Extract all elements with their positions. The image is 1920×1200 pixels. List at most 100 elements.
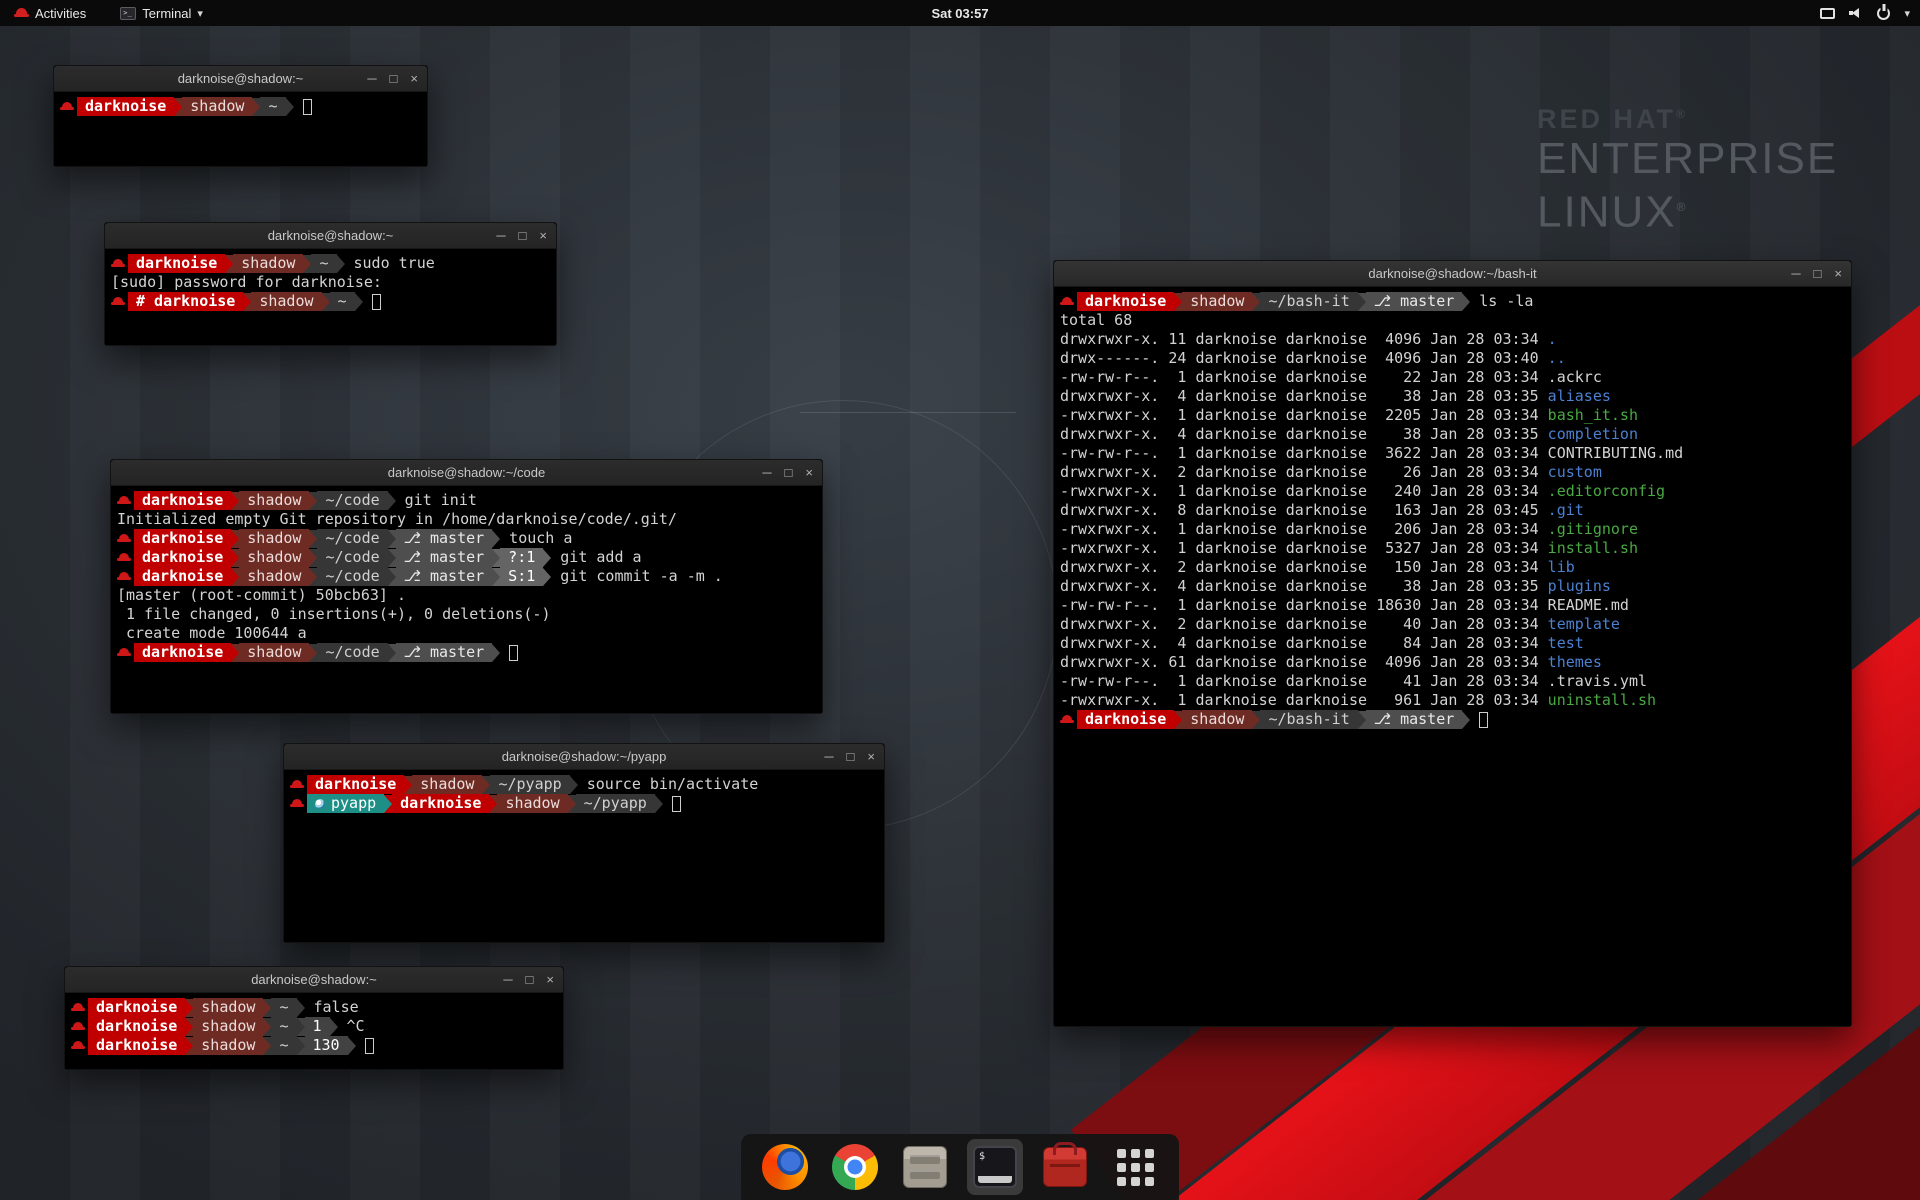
file-name: aliases: [1548, 387, 1611, 405]
window-titlebar[interactable]: darknoise@shadow:~/pyapp─□×: [284, 744, 884, 770]
prompt-segment-maroon: shadow: [193, 1017, 263, 1036]
redhat-prompt-icon: [71, 1020, 85, 1034]
close-button[interactable]: ×: [867, 750, 875, 763]
redhat-prompt-icon: [111, 257, 125, 271]
powerline-arrow-icon: [309, 530, 317, 548]
prompt-segment-maroon: shadow: [239, 567, 309, 586]
terminal-line: drwxrwxr-x. 4 darknoise darknoise 38 Jan…: [1060, 425, 1845, 444]
prompt-segment-path: ~/code: [317, 548, 387, 567]
minimize-button[interactable]: ─: [1791, 267, 1800, 280]
window-title: darknoise@shadow:~: [251, 972, 377, 987]
maximize-button[interactable]: □: [519, 229, 527, 242]
minimize-button[interactable]: ─: [367, 72, 376, 85]
terminal-line: drwxrwxr-x. 8 darknoise darknoise 163 Ja…: [1060, 501, 1845, 520]
redhat-prompt-icon: [71, 1039, 85, 1053]
file-name: bash_it.sh: [1548, 406, 1638, 424]
terminal-icon[interactable]: $: [967, 1139, 1023, 1195]
terminal-window[interactable]: darknoise@shadow:~/bash-it─□×darknoisesh…: [1053, 260, 1852, 1027]
firefox-logo: [762, 1144, 808, 1190]
window-titlebar[interactable]: darknoise@shadow:~/code─□×: [111, 460, 822, 486]
terminal-line: -rw-rw-r--. 1 darknoise darknoise 22 Jan…: [1060, 368, 1845, 387]
clock[interactable]: Sat 03:57: [931, 6, 988, 21]
minimize-button[interactable]: ─: [503, 973, 512, 986]
window-titlebar[interactable]: darknoise@shadow:~─□×: [105, 223, 556, 249]
terminal-cursor: [365, 1038, 374, 1054]
file-name: .git: [1548, 501, 1584, 519]
window-titlebar[interactable]: darknoise@shadow:~─□×: [54, 66, 427, 92]
powerline-arrow-icon: [309, 492, 317, 510]
app-menu-button[interactable]: >_ Terminal ▾: [116, 0, 207, 26]
terminal-window[interactable]: darknoise@shadow:~─□×darknoiseshadow~sud…: [104, 222, 557, 346]
firefox-icon[interactable]: [757, 1139, 813, 1195]
prompt-segment-maroon: shadow: [239, 529, 309, 548]
files-icon[interactable]: [897, 1139, 953, 1195]
chevron-down-icon: ▾: [197, 7, 203, 20]
window-buttons: ─ □ ×: [1791, 261, 1842, 286]
prompt-segment-red: darknoise: [77, 97, 174, 116]
activities-button[interactable]: Activities: [10, 0, 90, 26]
close-button[interactable]: ×: [805, 466, 813, 479]
system-status-area[interactable]: ▾: [1820, 0, 1910, 26]
close-button[interactable]: ×: [1834, 267, 1842, 280]
prompt-segment-path: ~/pyapp: [490, 775, 569, 794]
maximize-button[interactable]: □: [847, 750, 855, 763]
app-menu-label: Terminal: [142, 6, 191, 21]
terminal-content[interactable]: darknoiseshadow~falsedarknoiseshadow~1^C…: [65, 993, 563, 1069]
terminal-content[interactable]: darknoiseshadow~/pyappsource bin/activat…: [284, 770, 884, 942]
maximize-button[interactable]: □: [785, 466, 793, 479]
app-grid-logo: [1117, 1149, 1154, 1186]
minimize-button[interactable]: ─: [496, 229, 505, 242]
close-button[interactable]: ×: [539, 229, 547, 242]
terminal-window[interactable]: darknoise@shadow:~─□×darknoiseshadow~: [53, 65, 428, 167]
terminal-window[interactable]: darknoise@shadow:~/code─□×darknoiseshado…: [110, 459, 823, 714]
prompt-segment-maroon: shadow: [239, 491, 309, 510]
close-button[interactable]: ×: [410, 72, 418, 85]
file-name: README.md: [1548, 596, 1629, 614]
terminal-window[interactable]: darknoise@shadow:~─□×darknoiseshadow~fal…: [64, 966, 564, 1070]
powerline-arrow-icon: [1462, 711, 1470, 729]
command-text: git add a: [560, 548, 641, 567]
show-apps-icon[interactable]: [1107, 1139, 1163, 1195]
file-name: .editorconfig: [1548, 482, 1665, 500]
powerline-arrow-icon: [492, 549, 500, 567]
file-name: plugins: [1548, 577, 1611, 595]
terminal-line: Initialized empty Git repository in /hom…: [117, 510, 816, 529]
chrome-icon[interactable]: [827, 1139, 883, 1195]
prompt-segment-path: ~/pyapp: [576, 794, 655, 813]
prompt-segment-red: darknoise: [1077, 710, 1174, 729]
powerline-arrow-icon: [543, 549, 551, 567]
terminal-content[interactable]: darknoiseshadow~sudo true[sudo] password…: [105, 249, 556, 345]
redhat-prompt-icon: [117, 570, 131, 584]
terminal-line: -rwxrwxr-x. 1 darknoise darknoise 240 Ja…: [1060, 482, 1845, 501]
maximize-button[interactable]: □: [1814, 267, 1822, 280]
terminal-content[interactable]: darknoiseshadow~/bash-it⎇ masterls -lato…: [1054, 287, 1851, 1026]
window-titlebar[interactable]: darknoise@shadow:~ ─ □ ×: [65, 967, 563, 993]
branding-red-hat: RED HAT®: [1537, 104, 1838, 135]
window-buttons: ─ □ ×: [824, 744, 875, 769]
powerline-arrow-icon: [388, 644, 396, 662]
terminal-window[interactable]: darknoise@shadow:~/pyapp─□×darknoiseshad…: [283, 743, 885, 943]
minimize-button[interactable]: ─: [762, 466, 771, 479]
minimize-button[interactable]: ─: [824, 750, 833, 763]
powerline-arrow-icon: [303, 255, 311, 273]
prompt-segment-git: ⎇ master: [396, 567, 493, 586]
powerline-arrow-icon: [492, 568, 500, 586]
terminal-cursor: [372, 294, 381, 310]
prompt-segment-red: # darknoise: [128, 292, 243, 311]
terminal-cursor: [303, 99, 312, 115]
window-titlebar[interactable]: darknoise@shadow:~/bash-it─□×: [1054, 261, 1851, 287]
prompt-segment-git: ⎇ master: [396, 548, 493, 567]
prompt-segment-path: ~/bash-it: [1260, 292, 1357, 311]
close-button[interactable]: ×: [546, 973, 554, 986]
maximize-button[interactable]: □: [390, 72, 398, 85]
terminal-content[interactable]: darknoiseshadow~/codegit initInitialized…: [111, 486, 822, 713]
file-name: .travis.yml: [1548, 672, 1647, 690]
toolbox-icon[interactable]: [1037, 1139, 1093, 1195]
terminal-line: darknoiseshadow~/codegit init: [117, 491, 816, 510]
maximize-button[interactable]: □: [526, 973, 534, 986]
prompt-segment-path: ~: [271, 1017, 296, 1036]
file-cabinet-logo: [903, 1146, 947, 1188]
terminal-content[interactable]: darknoiseshadow~: [54, 92, 427, 166]
powerline-arrow-icon: [568, 795, 576, 813]
terminal-line: -rwxrwxr-x. 1 darknoise darknoise 206 Ja…: [1060, 520, 1845, 539]
